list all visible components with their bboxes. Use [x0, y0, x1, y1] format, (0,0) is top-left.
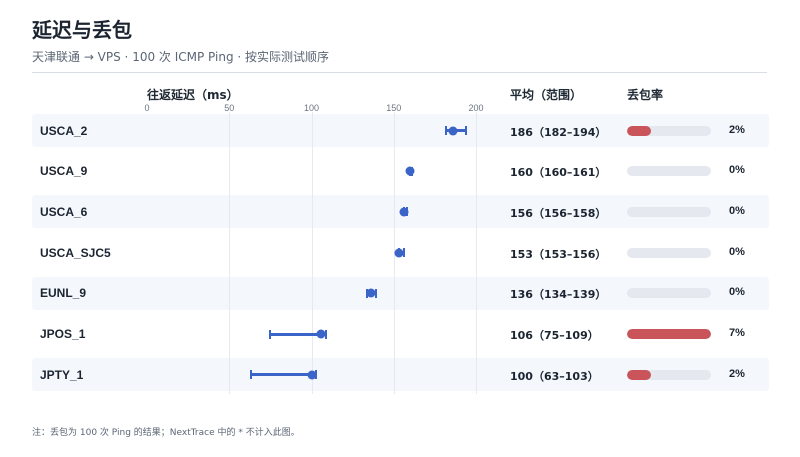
x-tick-label: 0 — [144, 103, 150, 113]
loss-bar-track — [627, 206, 711, 217]
avg-range-label: 100（63–103） — [510, 369, 599, 383]
footnote: 注：丢包为 100 次 Ping 的结果；NextTrace 中的 * 不计入此… — [32, 428, 300, 438]
avg-range-label: 153（153–156） — [510, 247, 607, 261]
loss-bar-track — [627, 288, 711, 299]
avg-range-label: 136（134–139） — [510, 288, 607, 302]
loss-percent-label: 0% — [729, 286, 745, 299]
loss-percent-label: 0% — [729, 245, 745, 258]
avg-range-label: 106（75–109） — [510, 329, 599, 342]
loss-bar-track — [627, 329, 711, 339]
row-label: JPOS_1 — [40, 327, 86, 341]
avg-range-label: 186（182–194） — [510, 125, 607, 139]
loss-bar-track — [627, 247, 711, 258]
row-label: JPTY_1 — [40, 367, 84, 382]
latency-avg-point — [448, 126, 458, 135]
x-gridline — [311, 112, 313, 394]
avg-range-label: 156（156–158） — [510, 206, 607, 220]
loss-percent-label: 7% — [729, 327, 745, 339]
loss-bar-track — [627, 369, 711, 380]
latency-max-cap — [465, 126, 468, 135]
page-title: 延迟与丢包 — [32, 18, 132, 42]
loss-percent-label: 2% — [729, 123, 745, 136]
latency-avg-point — [307, 370, 316, 380]
latency-avg-point — [394, 248, 404, 258]
loss-bar-fill — [627, 329, 711, 339]
loss-bar-track — [627, 166, 711, 177]
loss-percent-label: 0% — [729, 164, 745, 177]
x-gridline — [476, 112, 477, 394]
latency-min-cap — [445, 126, 448, 135]
loss-column-header: 丢包率 — [627, 88, 664, 102]
row-label: USCA_SJC5 — [40, 245, 111, 260]
latency-avg-point — [399, 207, 409, 217]
latency-min-cap — [269, 329, 272, 339]
row-label: USCA_6 — [40, 204, 88, 219]
loss-bar-track — [627, 125, 711, 136]
latency-avg-point — [366, 288, 376, 298]
loss-percent-label: 2% — [729, 367, 745, 380]
latency-column-header: 往返延迟（ms） — [147, 88, 239, 102]
latency-avg-point — [316, 329, 326, 339]
avg-range-label: 160（160–161） — [510, 166, 607, 180]
latency-min-cap — [249, 370, 252, 380]
page-subtitle: 天津联通 → VPS · 100 次 ICMP Ping · 按实际测试顺序 — [32, 50, 330, 64]
avg-column-header: 平均（范围） — [510, 88, 583, 102]
header-divider — [32, 72, 767, 73]
row-label: USCA_9 — [40, 164, 88, 179]
row-label: EUNL_9 — [40, 286, 87, 301]
latency-avg-point — [405, 166, 415, 176]
loss-percent-label: 0% — [729, 204, 745, 217]
row-label: USCA_2 — [40, 123, 88, 138]
loss-bar-fill — [627, 369, 651, 380]
x-gridline — [229, 112, 231, 394]
loss-bar-fill — [627, 125, 651, 136]
